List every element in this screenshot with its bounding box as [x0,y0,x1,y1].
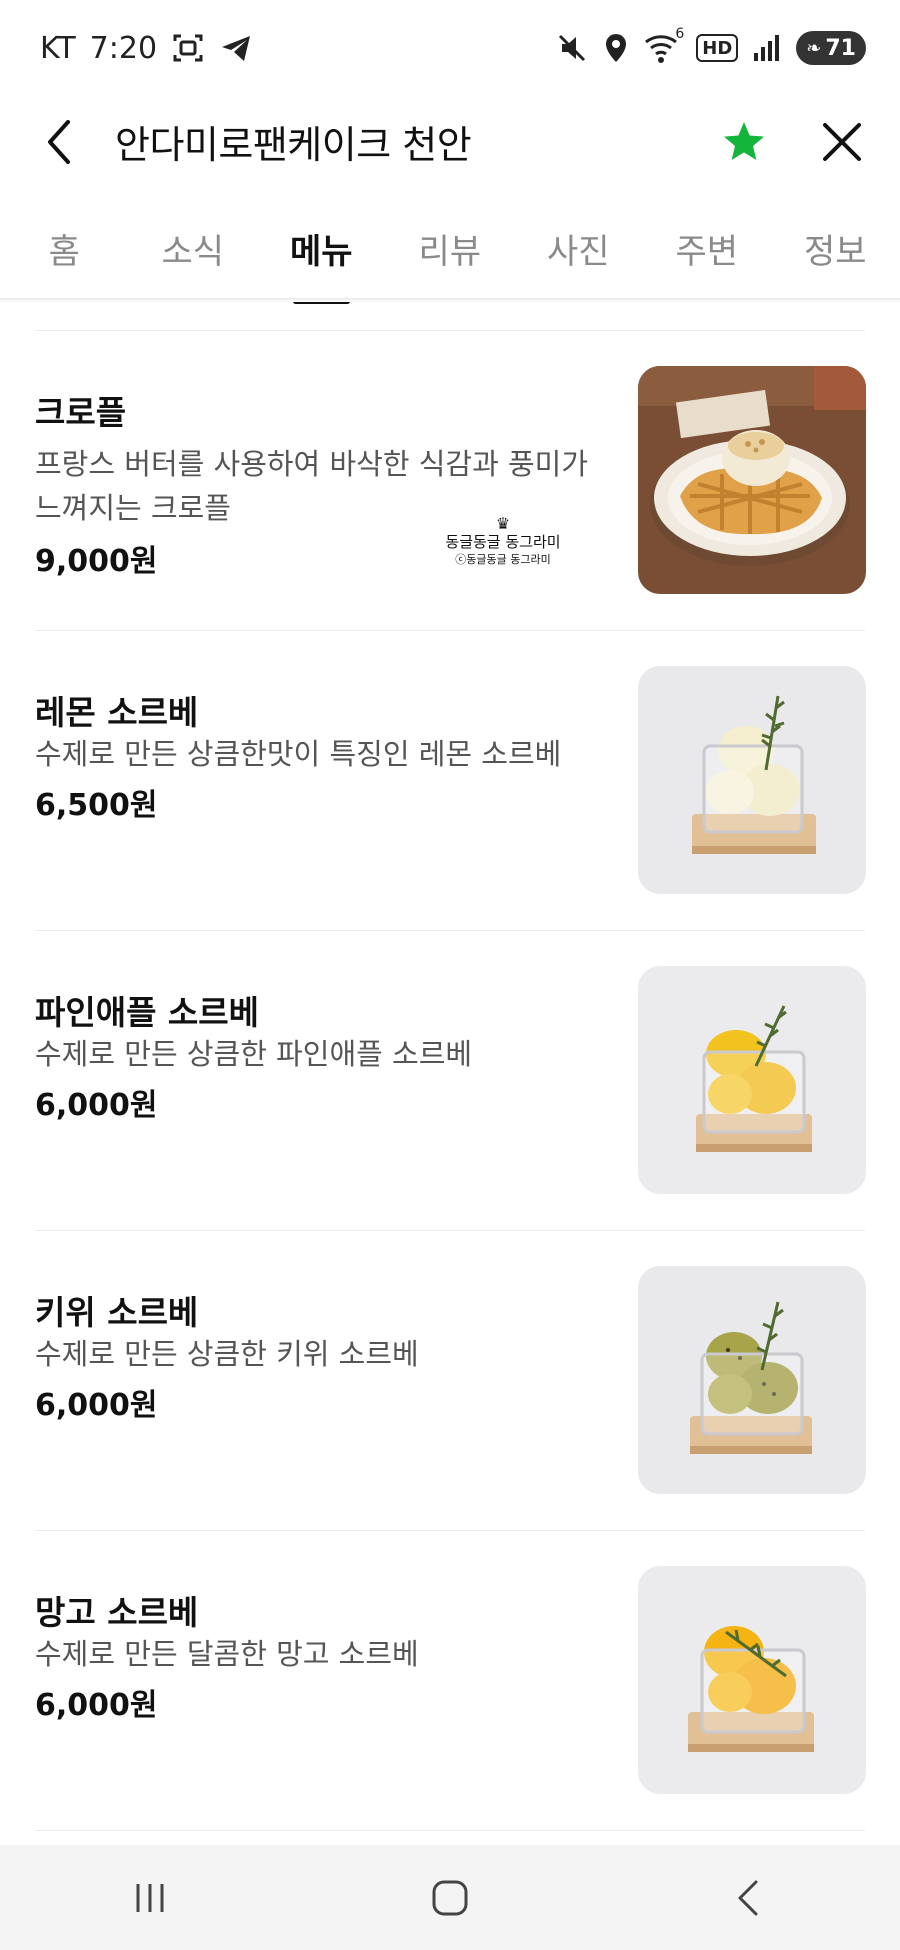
status-right: 6 HD ❧ 71 [556,26,866,65]
menu-item-description: 수제로 만든 상큼한 키위 소르베 [35,1337,419,1371]
star-icon [724,122,764,160]
chevron-left-icon [48,120,70,164]
mute-icon [556,32,588,64]
menu-item-price: 6,000원 [35,1688,158,1723]
menu-item-photo[interactable] [638,1266,866,1494]
menu-item-name: 키위 소르베 [35,1293,199,1332]
menu-item-description: 수제로 만든 상큼한 파인애플 소르베 [35,1037,473,1071]
tab-photos[interactable]: 사진 [514,212,643,300]
menu-item-kiwi-sorbet[interactable]: 키위 소르베 수제로 만든 상큼한 키위 소르베 6,000원 [0,1230,900,1530]
tab-home[interactable]: 홈 [0,212,129,300]
tab-menu[interactable]: 메뉴 [257,212,386,304]
menu-item-price: 6,500원 [35,788,158,823]
back-icon [738,1880,758,1915]
tab-news[interactable]: 소식 [129,212,258,300]
watermark-line1: 동글동글 동그라미 [445,533,561,551]
menu-item-name: 망고 소르베 [35,1593,199,1632]
menu-item-pineapple-sorbet[interactable]: 파인애플 소르베 수제로 만든 상큼한 파인애플 소르베 6,000원 [0,930,900,1230]
home-icon [432,1880,468,1915]
tab-bar-shadow [0,298,900,302]
leaf-icon: ❧ [806,37,822,59]
app-header: 안다미로팬케이크 천안 [0,96,900,188]
menu-item-croffle[interactable]: 크로플 프랑스 버터를 사용하여 바삭한 식감과 풍미가 느껴지는 크로플 9,… [0,330,900,630]
menu-item-price: 9,000원 [35,544,158,579]
battery-indicator: ❧ 71 [796,31,866,65]
clock: 7:20 [89,30,158,66]
carrier-label: KT [40,30,76,66]
close-icon [823,123,861,161]
tab-reviews[interactable]: 리뷰 [386,212,515,300]
status-left: KT 7:20 [40,31,253,66]
watermark: ♛ 동글동글 동그라미 ⓒ동글동글 동그라미 [438,516,568,568]
location-icon [602,32,630,64]
divider [35,1830,865,1831]
wifi-badge: 6 [675,26,685,42]
screenshot-icon [171,31,205,65]
menu-item-photo[interactable] [638,1566,866,1794]
menu-item-photo[interactable] [638,366,866,594]
wifi-icon: 6 [644,26,684,64]
back-button[interactable] [34,116,86,168]
recent-apps-icon [136,1883,164,1912]
place-title: 안다미로팬케이크 천안 [115,123,472,167]
menu-item-name: 크로플 [35,393,127,432]
favorite-button[interactable] [718,116,770,168]
menu-item-description: 수제로 만든 달콤한 망고 소르베 [35,1637,419,1671]
signal-icon [752,33,782,63]
system-navigation-bar [0,1845,900,1950]
tab-bar: 홈 소식 메뉴 리뷰 사진 주변 정보 [0,212,900,304]
hd-voice-icon: HD [696,34,739,62]
home-button[interactable] [390,1858,510,1938]
tab-info[interactable]: 정보 [771,212,900,300]
back-nav-button[interactable] [690,1858,810,1938]
battery-level: 71 [825,35,856,61]
menu-item-price: 6,000원 [35,1088,158,1123]
status-bar: KT 7:20 6 HD ❧ 71 [0,0,900,96]
hd-label: HD [702,37,733,59]
menu-item-photo[interactable] [638,666,866,894]
telegram-icon [219,31,253,65]
menu-item-photo[interactable] [638,966,866,1194]
menu-item-lemon-sorbet[interactable]: 레몬 소르베 수제로 만든 상큼한맛이 특징인 레몬 소르베 6,500원 [0,630,900,930]
menu-item-mango-sorbet[interactable]: 망고 소르베 수제로 만든 달콤한 망고 소르베 6,000원 [0,1530,900,1830]
watermark-line2: ⓒ동글동글 동그라미 [455,553,551,566]
close-button[interactable] [816,116,868,168]
crown-icon: ♛ [495,514,511,533]
menu-item-description: 수제로 만든 상큼한맛이 특징인 레몬 소르베 [35,737,562,771]
menu-item-price: 6,000원 [35,1388,158,1423]
recent-apps-button[interactable] [90,1858,210,1938]
tab-nearby[interactable]: 주변 [643,212,772,300]
menu-item-name: 레몬 소르베 [35,693,199,732]
menu-item-name: 파인애플 소르베 [35,993,260,1032]
